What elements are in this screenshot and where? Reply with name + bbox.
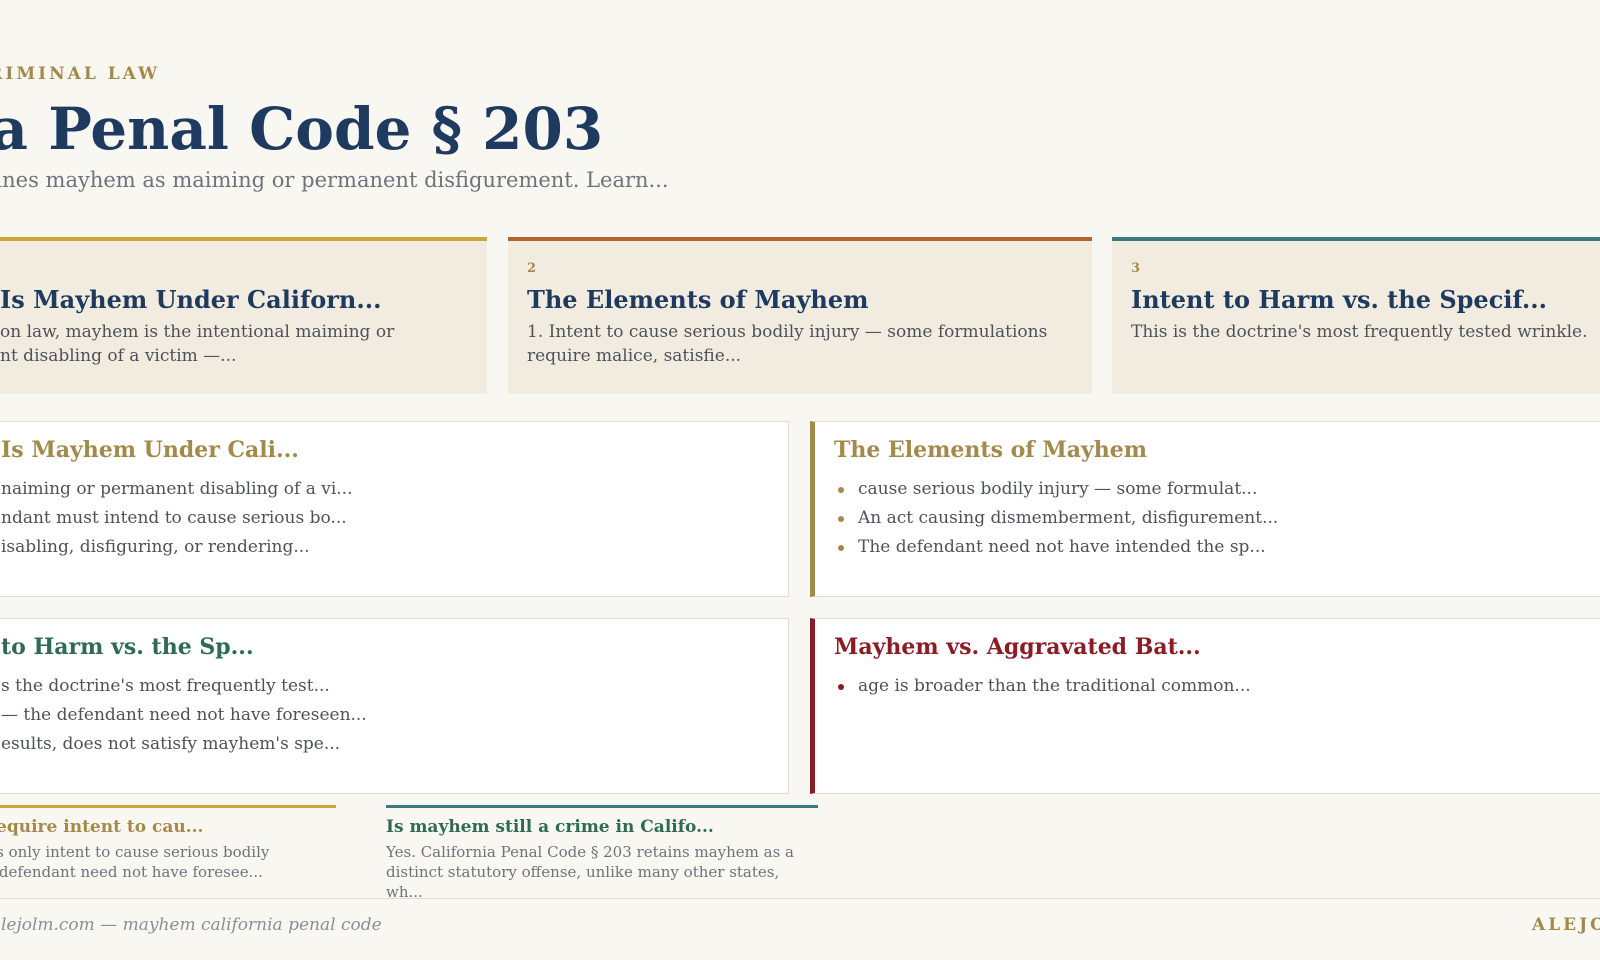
list-item: The defendant need not have intended the… (834, 533, 1600, 562)
card-text: This is the doctrine's most frequently t… (1131, 322, 1588, 342)
panel-intent: to Harm vs. the Sp... s the doctrine's m… (0, 618, 789, 794)
card-number: 3 (1131, 261, 1141, 276)
panel-definition: Is Mayhem Under Cali... naiming or perma… (0, 421, 789, 597)
subtitle: a Penal Code 203 defines mayhem as maimi… (0, 168, 669, 192)
list-item: ndant must intend to cause serious bo... (1, 508, 347, 528)
panel-title: Is Mayhem Under Cali... (1, 437, 299, 463)
panel-title: to Harm vs. the Sp... (1, 634, 254, 660)
list-item: s the doctrine's most frequently test... (1, 676, 330, 696)
card-text: 1. Intent to cause serious bodily injury… (527, 322, 1048, 366)
faq-answer: Yes. California Penal Code § 203 retains… (386, 843, 794, 901)
list-item: An act causing dismemberment, disfigurem… (834, 504, 1600, 533)
card-title: The Elements of Mayhem (527, 285, 869, 314)
panel-list: naiming or permanent disabling of a vi..… (1, 475, 788, 562)
top-card-1: Is Mayhem Under Californ... on law, mayh… (0, 237, 487, 394)
list-item: cause serious bodily injury — some formu… (834, 475, 1600, 504)
panel-title: Mayhem vs. Aggravated Bat... (834, 634, 1201, 660)
top-card-2: 2 The Elements of Mayhem 1. Intent to ca… (508, 237, 1092, 394)
footer-brand: ALEJO (1532, 915, 1600, 935)
list-item: age is broader than the traditional comm… (834, 672, 1600, 701)
card-title: Is Mayhem Under Californ... (0, 285, 382, 314)
panel-title: The Elements of Mayhem (834, 437, 1148, 463)
faq-answer: requires only intent to cause serious bo… (0, 843, 270, 881)
list-item: isabling, disfiguring, or rendering... (1, 537, 310, 557)
card-number (0, 261, 487, 277)
eyebrow: RNIA CRIMINAL LAW (0, 64, 161, 84)
list-item: esults, does not satisfy mayhem's spe... (1, 734, 341, 754)
panel-list: age is broader than the traditional comm… (834, 672, 1600, 701)
card-title: Intent to Harm vs. the Specif... (1131, 285, 1547, 314)
faq-question: hem require intent to cau... (0, 817, 204, 837)
list-item: — the defendant need not have foreseen..… (1, 705, 367, 725)
footer-divider (0, 898, 1600, 899)
faq-item-2: Is mayhem still a crime in Califo... Yes… (386, 805, 818, 902)
faq-item-1: hem require intent to cau... requires on… (0, 805, 336, 882)
faq-question: Is mayhem still a crime in Califo... (386, 817, 714, 837)
panel-list: s the doctrine's most frequently test...… (1, 672, 788, 759)
top-card-3: 3 Intent to Harm vs. the Specif... This … (1112, 237, 1600, 394)
card-number: 2 (527, 261, 537, 276)
footer-source: · alejolm.com — mayhem california penal … (0, 915, 382, 935)
panel-aggravated-battery: Mayhem vs. Aggravated Bat... age is broa… (810, 618, 1600, 794)
card-text: on law, mayhem is the intentional maimin… (0, 322, 395, 366)
slide: RNIA CRIMINAL LAW ifornia Penal Code § 2… (0, 0, 1600, 960)
list-item: naiming or permanent disabling of a vi..… (1, 479, 353, 499)
panel-elements: The Elements of Mayhem cause serious bod… (810, 421, 1600, 597)
panel-list: cause serious bodily injury — some formu… (834, 475, 1600, 562)
page-title: ifornia Penal Code § 203 (0, 95, 604, 163)
